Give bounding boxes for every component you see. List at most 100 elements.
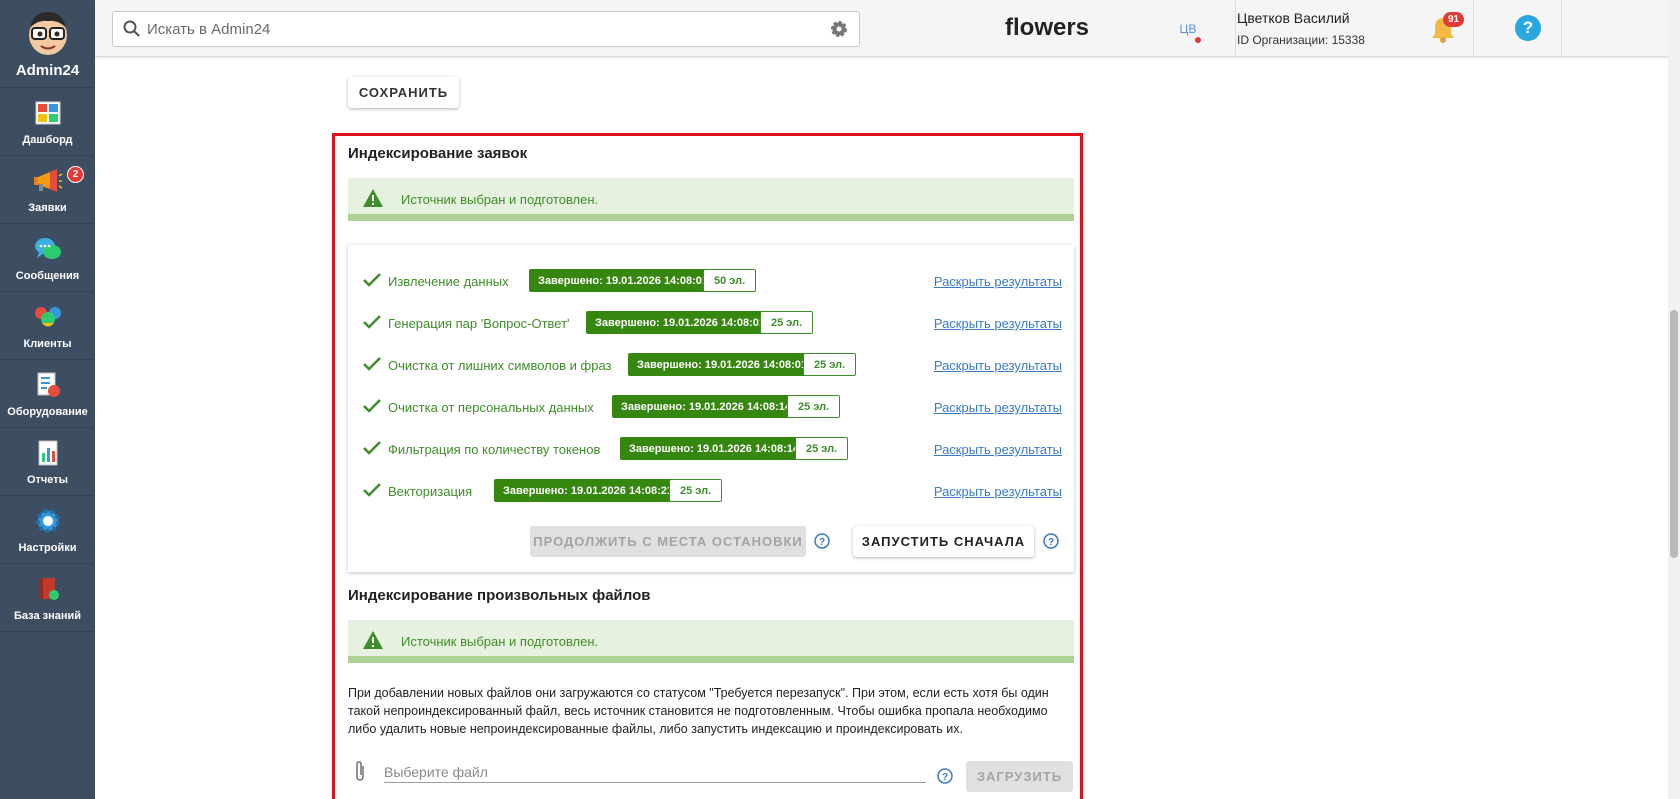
files-section-title: Индексирование произвольных файлов: [348, 587, 651, 604]
search-icon: [123, 20, 140, 37]
alert-text: Источник выбран и подготовлен.: [401, 192, 599, 207]
expand-results-link[interactable]: Раскрыть результаты: [934, 400, 1062, 415]
sidebar-item-reports[interactable]: Отчеты: [0, 428, 95, 496]
sidebar-item-label: Клиенты: [23, 337, 72, 350]
step-count-badge: 25 эл.: [803, 353, 857, 376]
sidebar-item-label: Заявки: [28, 201, 67, 214]
upload-button[interactable]: ЗАГРУЗИТЬ: [966, 761, 1073, 792]
step-label: Фильтрация по количеству токенов: [388, 442, 601, 457]
chat-bubbles-icon: [33, 234, 63, 264]
brand[interactable]: Admin24: [0, 0, 95, 88]
megaphone-icon: [33, 166, 63, 196]
step-status-badge: Завершено: 19.01.2026 14:08:14: [612, 395, 800, 418]
sidebar: Admin24 Дашборд 2 Заявки Сообщения Клиен…: [0, 0, 95, 799]
restart-from-beginning-button[interactable]: ЗАПУСТИТЬ СНАЧАЛА: [853, 526, 1034, 557]
help-button[interactable]: ?: [1515, 15, 1541, 41]
step-row: Очистка от персональных данных Завершено…: [362, 395, 1062, 419]
check-icon: [363, 399, 381, 413]
alert-text: Источник выбран и подготовлен.: [401, 634, 599, 649]
step-status-badge: Завершено: 19.01.2026 14:08:01: [529, 269, 717, 292]
search-box: [112, 11, 860, 47]
step-status-badge: Завершено: 19.01.2026 14:08:01: [628, 353, 816, 376]
question-icon[interactable]: ?: [937, 768, 953, 784]
svg-text:?: ?: [1048, 537, 1054, 548]
header-divider: [1473, 0, 1474, 57]
tickets-section-title: Индексирование заявок: [348, 145, 528, 162]
step-label: Очистка от персональных данных: [388, 400, 594, 415]
sidebar-item-label: База знаний: [13, 609, 82, 622]
step-label: Очистка от лишних символов и фраз: [388, 358, 612, 373]
brand-name: Admin24: [15, 62, 80, 79]
step-status-badge: Завершено: 19.01.2026 14:08:21: [494, 479, 682, 502]
expand-results-link[interactable]: Раскрыть результаты: [934, 358, 1062, 373]
sidebar-item-label: Настройки: [18, 541, 77, 554]
gear-icon: [33, 506, 63, 536]
step-status-badge: Завершено: 19.01.2026 14:08:14: [620, 437, 808, 460]
step-count-badge: 50 эл.: [703, 269, 757, 292]
step-row: Очистка от лишних символов и фраз Заверш…: [362, 353, 1062, 377]
sidebar-item-equipment[interactable]: Оборудование: [0, 360, 95, 428]
expand-results-link[interactable]: Раскрыть результаты: [934, 484, 1062, 499]
step-row: Извлечение данных Завершено: 19.01.2026 …: [362, 269, 1062, 293]
step-row: Фильтрация по количеству токенов Заверше…: [362, 437, 1062, 461]
tickets-badge: 2: [67, 166, 84, 183]
check-icon: [363, 483, 381, 497]
sidebar-item-messages[interactable]: Сообщения: [0, 224, 95, 292]
step-count-badge: 25 эл.: [669, 479, 723, 502]
search-settings-icon[interactable]: [829, 19, 849, 39]
org-id: ID Организации: 15338: [1237, 33, 1365, 47]
warning-icon: [363, 631, 383, 649]
step-status-badge: Завершено: 19.01.2026 14:08:01: [586, 311, 774, 334]
save-button[interactable]: СОХРАНИТЬ: [348, 77, 459, 108]
expand-results-link[interactable]: Раскрыть результаты: [934, 316, 1062, 331]
check-icon: [363, 273, 381, 287]
avatar-logo-icon: [28, 12, 67, 55]
expand-results-link[interactable]: Раскрыть результаты: [934, 274, 1062, 289]
clients-icon: [33, 302, 63, 332]
files-info-text: При добавлении новых файлов они загружаю…: [348, 686, 1049, 736]
search-input[interactable]: [147, 18, 807, 40]
file-input[interactable]: [384, 761, 926, 783]
sidebar-item-label: Сообщения: [15, 269, 80, 282]
step-row: Векторизация Завершено: 19.01.2026 14:08…: [362, 479, 1062, 503]
app-title: flowers: [1005, 14, 1090, 41]
sidebar-item-knowledge-base[interactable]: База знаний: [0, 564, 95, 632]
svg-text:?: ?: [819, 537, 825, 548]
step-label: Извлечение данных: [388, 274, 509, 289]
question-icon[interactable]: ?: [1043, 533, 1059, 549]
step-label: Генерация пар 'Вопрос-Ответ': [388, 316, 570, 331]
warning-icon: [363, 189, 383, 207]
sidebar-item-label: Дашборд: [22, 133, 73, 146]
user-name[interactable]: Цветков Василий: [1237, 10, 1350, 26]
check-icon: [363, 315, 381, 329]
sidebar-item-label: Отчеты: [26, 473, 69, 486]
step-row: Генерация пар 'Вопрос-Ответ' Завершено: …: [362, 311, 1062, 335]
scrollbar-thumb[interactable]: [1670, 310, 1678, 558]
question-icon[interactable]: ?: [814, 533, 830, 549]
svg-text:?: ?: [942, 772, 948, 783]
report-icon: [33, 438, 63, 468]
step-count-badge: 25 эл.: [760, 311, 814, 334]
online-status-dot: [1195, 37, 1201, 43]
tickets-alert: Источник выбран и подготовлен.: [348, 178, 1074, 221]
check-icon: [363, 441, 381, 455]
paperclip-icon[interactable]: [353, 760, 367, 782]
expand-results-link[interactable]: Раскрыть результаты: [934, 442, 1062, 457]
continue-from-stop-button[interactable]: ПРОДОЛЖИТЬ С МЕСТА ОСТАНОВКИ: [530, 526, 806, 557]
sidebar-item-tickets[interactable]: 2 Заявки: [0, 156, 95, 224]
equipment-icon: [33, 370, 63, 400]
step-count-badge: 25 эл.: [787, 395, 841, 418]
header-divider: [1561, 0, 1562, 57]
sidebar-item-clients[interactable]: Клиенты: [0, 292, 95, 360]
step-label: Векторизация: [388, 484, 473, 499]
dashboard-icon: [33, 98, 63, 128]
sidebar-item-dashboard[interactable]: Дашборд: [0, 88, 95, 156]
sidebar-item-settings[interactable]: Настройки: [0, 496, 95, 564]
step-count-badge: 25 эл.: [795, 437, 849, 460]
indexing-steps-card: Извлечение данных Завершено: 19.01.2026 …: [348, 245, 1074, 572]
header-divider: [1235, 0, 1236, 57]
files-alert: Источник выбран и подготовлен.: [348, 620, 1074, 663]
sidebar-item-label: Оборудование: [7, 405, 88, 418]
knowledge-book-icon: [33, 574, 63, 604]
check-icon: [363, 357, 381, 371]
